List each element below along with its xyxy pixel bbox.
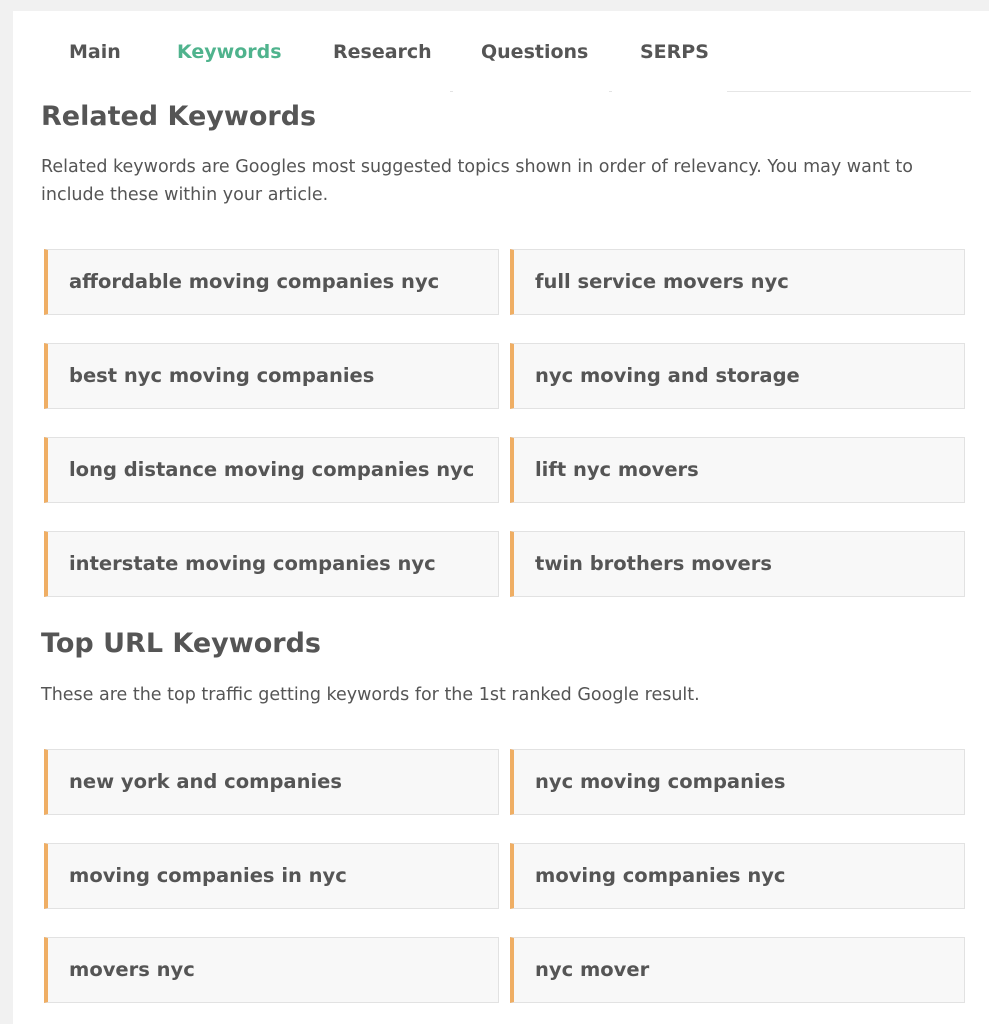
keyword-chip-label: full service movers nyc xyxy=(535,270,789,293)
keyword-chip[interactable]: moving companies nyc xyxy=(510,843,965,909)
keyword-chip[interactable]: new york and companies xyxy=(44,749,499,815)
keyword-chip-label: moving companies nyc xyxy=(535,864,786,887)
tab-main[interactable]: Main xyxy=(69,41,121,63)
keyword-chip-label: movers nyc xyxy=(69,958,195,981)
keyword-chip[interactable]: best nyc moving companies xyxy=(44,343,499,409)
tab-underline xyxy=(727,91,971,92)
top-url-keywords-title: Top URL Keywords xyxy=(41,628,321,659)
top-url-keywords-grid: new york and companies nyc moving compan… xyxy=(44,749,967,1005)
keyword-chip-label: nyc moving and storage xyxy=(535,364,800,387)
related-keywords-title: Related Keywords xyxy=(41,101,317,132)
keyword-chip[interactable]: moving companies in nyc xyxy=(44,843,499,909)
tab-divider xyxy=(609,91,612,92)
keywords-panel: Main Keywords Research Questions SERPS R… xyxy=(13,11,989,1024)
tab-divider xyxy=(450,91,453,92)
keyword-chip[interactable]: long distance moving companies nyc xyxy=(44,437,499,503)
keyword-chip-label: lift nyc movers xyxy=(535,458,699,481)
top-url-keywords-description: These are the top traffic getting keywor… xyxy=(41,685,700,705)
keyword-chip-label: new york and companies xyxy=(69,770,342,793)
keyword-chip-label: nyc moving companies xyxy=(535,770,786,793)
tab-keywords[interactable]: Keywords xyxy=(177,41,282,63)
related-keywords-grid: affordable moving companies nyc full ser… xyxy=(44,249,967,599)
keyword-chip[interactable]: nyc moving and storage xyxy=(510,343,965,409)
keyword-chip-label: affordable moving companies nyc xyxy=(69,270,440,293)
keyword-chip-label: interstate moving companies nyc xyxy=(69,552,436,575)
keyword-chip[interactable]: nyc moving companies xyxy=(510,749,965,815)
keyword-chip[interactable]: full service movers nyc xyxy=(510,249,965,315)
keyword-chip[interactable]: movers nyc xyxy=(44,937,499,1003)
tab-questions[interactable]: Questions xyxy=(481,41,588,63)
keyword-chip[interactable]: twin brothers movers xyxy=(510,531,965,597)
keyword-chip[interactable]: nyc mover xyxy=(510,937,965,1003)
keyword-chip[interactable]: interstate moving companies nyc xyxy=(44,531,499,597)
keyword-chip[interactable]: lift nyc movers xyxy=(510,437,965,503)
tab-bar: Main Keywords Research Questions SERPS xyxy=(13,11,989,93)
keyword-chip[interactable]: affordable moving companies nyc xyxy=(44,249,499,315)
keyword-chip-label: best nyc moving companies xyxy=(69,364,375,387)
keyword-chip-label: twin brothers movers xyxy=(535,552,772,575)
keyword-chip-label: moving companies in nyc xyxy=(69,864,347,887)
keyword-chip-label: long distance moving companies nyc xyxy=(69,458,475,481)
tab-research[interactable]: Research xyxy=(333,41,432,63)
tab-serps[interactable]: SERPS xyxy=(640,41,709,63)
keyword-chip-label: nyc mover xyxy=(535,958,650,981)
related-keywords-description: Related keywords are Googles most sugges… xyxy=(41,157,913,205)
